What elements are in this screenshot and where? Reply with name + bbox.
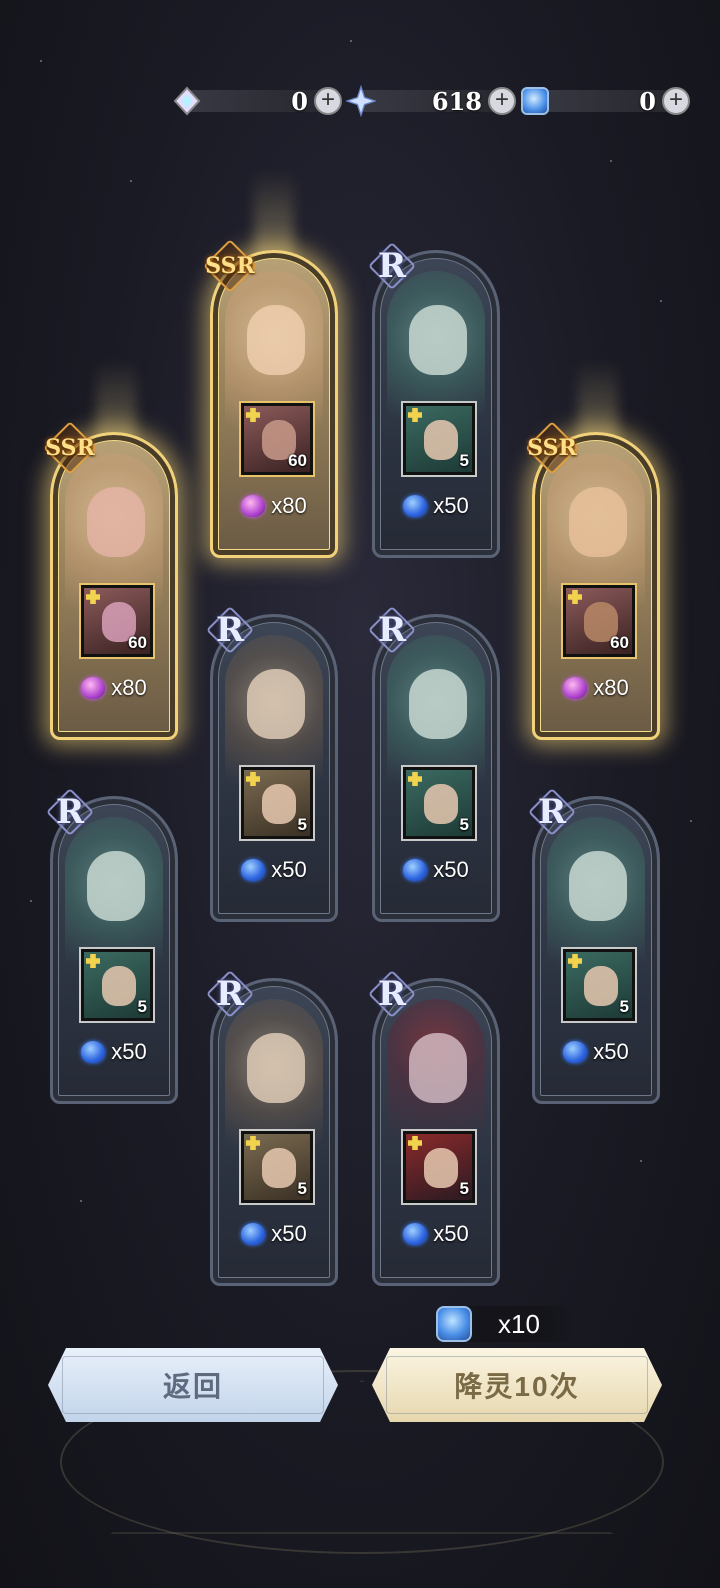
ssr-rarity-badge: SSR <box>45 425 95 471</box>
result-card-r[interactable]: R 5 x50 <box>372 246 500 558</box>
summon-10-button-label: 降灵10次 <box>454 1371 580 1402</box>
reward-row: x80 <box>535 675 657 701</box>
star-diamond-icon <box>346 84 376 118</box>
character-portrait: 5 <box>79 947 155 1023</box>
character-level: 60 <box>610 633 629 652</box>
spirit-gem-icon <box>81 1041 106 1063</box>
reward-row: x50 <box>375 493 497 519</box>
back-button-label: 返回 <box>162 1371 223 1402</box>
r-rarity-badge: R <box>207 607 253 653</box>
reward-amount: x50 <box>593 1039 629 1064</box>
ssr-rarity-badge: SSR <box>527 425 577 471</box>
reward-row: x50 <box>375 1221 497 1247</box>
puzzle-piece-icon <box>246 772 260 786</box>
character-level: 5 <box>459 451 469 470</box>
character-portrait: 5 <box>239 765 315 841</box>
character-portrait: 60 <box>239 401 315 477</box>
back-button[interactable]: 返回 <box>48 1348 338 1422</box>
reward-row: x80 <box>53 675 175 701</box>
puzzle-piece-icon <box>408 408 422 422</box>
currency-rainbow-crystal: 0 + <box>172 86 342 116</box>
summon-ticket-icon <box>436 1306 472 1342</box>
result-card-r[interactable]: R 5 x50 <box>210 610 338 922</box>
puzzle-piece-icon <box>408 1136 422 1150</box>
result-card-ssr[interactable]: SSR 60 x80 <box>527 432 660 740</box>
summon-cost-amount: x10 <box>498 1308 540 1339</box>
puzzle-piece-icon <box>86 954 100 968</box>
reward-amount: x50 <box>433 493 469 518</box>
result-card-r[interactable]: R 5 x50 <box>532 792 660 1104</box>
character-portrait: 5 <box>401 765 477 841</box>
reward-row: x50 <box>213 857 335 883</box>
summon-ticket-count: 0 <box>639 87 656 116</box>
reward-amount: x50 <box>271 1221 307 1246</box>
character-portrait: 60 <box>561 583 637 659</box>
reward-amount: x50 <box>111 1039 147 1064</box>
character-portrait: 60 <box>79 583 155 659</box>
reward-row: x50 <box>375 857 497 883</box>
r-rarity-badge: R <box>369 971 415 1017</box>
character-level: 5 <box>137 997 147 1016</box>
spirit-gem-icon <box>563 1041 588 1063</box>
spirit-gem-icon <box>241 859 266 881</box>
currency-star-diamond: 618 + <box>346 84 516 118</box>
character-portrait: 5 <box>401 1129 477 1205</box>
r-rarity-badge: R <box>369 607 415 653</box>
character-level: 60 <box>128 633 147 652</box>
reward-amount: x50 <box>433 857 469 882</box>
character-portrait: 5 <box>239 1129 315 1205</box>
r-rarity-badge: R <box>369 243 415 289</box>
reward-row: x50 <box>53 1039 175 1065</box>
spirit-gem-icon <box>563 677 588 699</box>
ssr-rarity-badge: SSR <box>205 243 255 289</box>
add-star-diamond-button[interactable]: + <box>488 87 516 115</box>
spirit-gem-icon <box>403 1223 428 1245</box>
spirit-gem-icon <box>403 859 428 881</box>
reward-row: x50 <box>535 1039 657 1065</box>
character-level: 5 <box>619 997 629 1016</box>
summon-ticket-icon <box>520 86 550 116</box>
result-card-r[interactable]: R 5 x50 <box>50 792 178 1104</box>
character-level: 5 <box>297 815 307 834</box>
r-rarity-badge: R <box>529 789 575 835</box>
puzzle-piece-icon <box>86 590 100 604</box>
reward-amount: x80 <box>111 675 147 700</box>
puzzle-piece-icon <box>246 1136 260 1150</box>
character-level: 5 <box>459 1179 469 1198</box>
reward-amount: x80 <box>271 493 307 518</box>
reward-row: x80 <box>213 493 335 519</box>
spirit-gem-icon <box>241 495 266 517</box>
rainbow-crystal-count: 0 <box>291 87 308 116</box>
r-rarity-badge: R <box>47 789 93 835</box>
spirit-gem-icon <box>403 495 428 517</box>
character-level: 5 <box>297 1179 307 1198</box>
result-card-ssr[interactable]: SSR 60 x80 <box>205 250 338 558</box>
add-summon-ticket-button[interactable]: + <box>662 87 690 115</box>
spirit-gem-icon <box>241 1223 266 1245</box>
reward-row: x50 <box>213 1221 335 1247</box>
spirit-gem-icon <box>81 677 106 699</box>
currency-summon-ticket: 0 + <box>520 86 690 116</box>
character-portrait: 5 <box>561 947 637 1023</box>
character-portrait: 5 <box>401 401 477 477</box>
summon-cost: x10 <box>436 1306 576 1342</box>
puzzle-piece-icon <box>246 408 260 422</box>
summon-10-button[interactable]: 降灵10次 <box>372 1348 662 1422</box>
reward-amount: x80 <box>593 675 629 700</box>
star-diamond-count: 618 <box>431 87 482 116</box>
reward-amount: x50 <box>433 1221 469 1246</box>
result-card-ssr[interactable]: SSR 60 x80 <box>45 432 178 740</box>
result-card-r[interactable]: R 5 x50 <box>210 974 338 1286</box>
character-level: 60 <box>288 451 307 470</box>
result-card-r[interactable]: R 5 x50 <box>372 974 500 1286</box>
result-card-r[interactable]: R 5 x50 <box>372 610 500 922</box>
puzzle-piece-icon <box>408 772 422 786</box>
r-rarity-badge: R <box>207 971 253 1017</box>
rainbow-crystal-icon <box>172 86 202 116</box>
reward-amount: x50 <box>271 857 307 882</box>
character-level: 5 <box>459 815 469 834</box>
puzzle-piece-icon <box>568 954 582 968</box>
add-rainbow-crystal-button[interactable]: + <box>314 87 342 115</box>
puzzle-piece-icon <box>568 590 582 604</box>
